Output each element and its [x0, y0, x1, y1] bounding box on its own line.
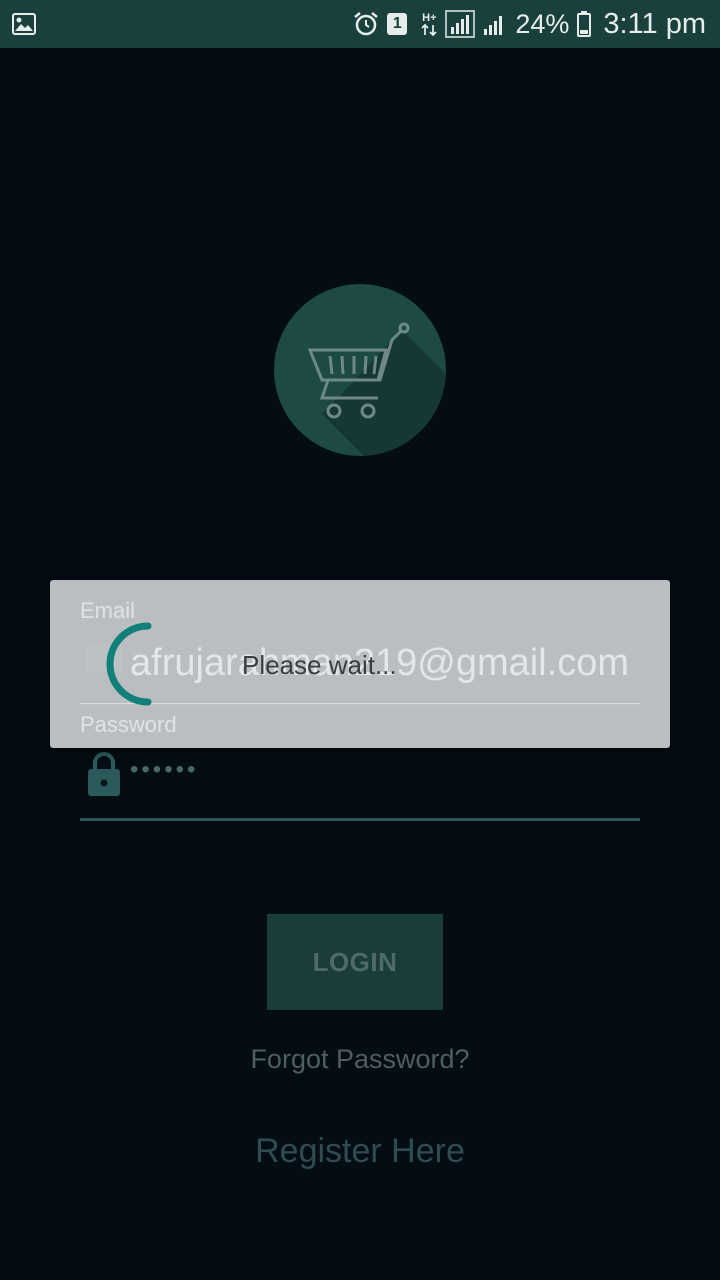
- sim-badge: 1: [387, 13, 408, 35]
- login-button[interactable]: LOGIN: [267, 914, 443, 1010]
- network-type-indicator: H+: [421, 12, 437, 36]
- status-bar: 1 H+ 24% 3:11 pm: [0, 0, 720, 48]
- shopping-cart-icon: [307, 322, 446, 456]
- progress-dialog: Email afrujarahman219@gmail.com Password…: [50, 580, 670, 748]
- password-label-ghost: Password: [80, 712, 177, 737]
- register-link[interactable]: Register Here: [0, 1132, 720, 1171]
- data-arrows-icon: [421, 23, 437, 36]
- signal-icon-sim2: [484, 16, 503, 35]
- app-logo: [274, 284, 446, 456]
- password-underline: [80, 818, 640, 821]
- battery-icon: [577, 11, 592, 37]
- forgot-password-link[interactable]: Forgot Password?: [0, 1044, 720, 1075]
- password-field[interactable]: ••••••: [130, 756, 198, 784]
- clock: 3:11 pm: [603, 7, 706, 40]
- signal-icon: [445, 10, 476, 38]
- gallery-icon: [12, 13, 36, 35]
- lock-icon: [88, 752, 120, 796]
- email-label-ghost: Email: [80, 598, 136, 623]
- loading-spinner-icon: [106, 622, 152, 706]
- battery-percent: 24%: [515, 8, 570, 39]
- please-wait-message: Please wait...: [242, 650, 397, 680]
- alarm-icon: [354, 12, 379, 36]
